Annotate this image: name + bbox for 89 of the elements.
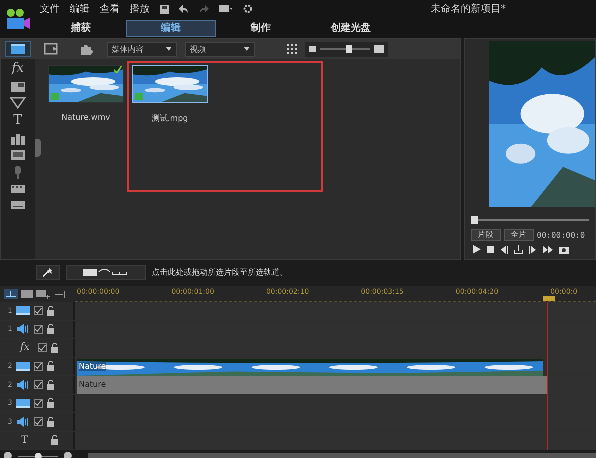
project-title: 未命名的新项目* — [431, 2, 506, 16]
insert-mode-button[interactable] — [66, 264, 146, 280]
library-tool-glyph[interactable]: T — [14, 113, 22, 129]
menu-item[interactable]: 文件 — [40, 2, 60, 16]
track-checkbox[interactable] — [38, 343, 47, 352]
camera-icon[interactable] — [559, 246, 569, 254]
large-thumbnail-icon — [374, 45, 384, 53]
wand-icon — [43, 268, 53, 276]
library-tool-button[interactable] — [5, 41, 31, 57]
caret-icon — [166, 47, 172, 51]
insert-icon — [83, 267, 129, 277]
next-frame-icon[interactable] — [529, 246, 537, 254]
video-track-icon — [16, 306, 30, 316]
video-badge-icon — [51, 93, 59, 100]
save-icon[interactable] — [160, 4, 169, 14]
marker-icon[interactable] — [514, 245, 523, 254]
video-track-icon — [16, 362, 30, 371]
zoom-out-button[interactable] — [4, 452, 12, 458]
track-manager-icon[interactable] — [4, 289, 18, 299]
display-icon[interactable] — [219, 5, 233, 13]
subtitle-icon — [10, 199, 26, 211]
slider-thumb[interactable] — [346, 45, 352, 53]
timecode: 00:00:00:0 — [537, 230, 586, 240]
mode-tab[interactable]: 创建光盘 — [306, 20, 396, 36]
picture-in-picture-icon — [10, 81, 26, 93]
caret-icon — [244, 47, 250, 51]
playhead-handle[interactable] — [543, 296, 556, 301]
bars-icon — [10, 133, 26, 145]
grid-icon[interactable] — [287, 44, 297, 54]
mode-tab[interactable]: 编辑 — [126, 20, 216, 36]
small-thumbnail-icon — [309, 46, 316, 52]
hint-text: 点击此处或拖动所选片段至所选轨道。 — [152, 266, 288, 278]
fast-forward-icon[interactable] — [543, 246, 553, 254]
lock-icon[interactable] — [47, 398, 55, 408]
file-name: Nature.wmv — [62, 113, 110, 122]
filter-dropdown[interactable]: 视频 — [185, 42, 255, 56]
scrub-slider[interactable] — [471, 216, 589, 224]
horizontal-scrollbar[interactable] — [88, 453, 596, 458]
clip-label: Nature — [78, 379, 108, 389]
track-checkbox[interactable] — [34, 417, 43, 426]
slider-thumb[interactable] — [471, 216, 478, 224]
video-badge-icon — [135, 93, 143, 100]
filter-dropdown[interactable]: 媒体内容 — [107, 42, 177, 56]
film-icon — [10, 43, 26, 55]
puzzle-icon — [79, 42, 93, 56]
magic-tool-button[interactable] — [36, 264, 60, 280]
lock-icon[interactable] — [47, 324, 55, 334]
track-checkbox[interactable] — [34, 362, 43, 371]
undo-icon[interactable] — [179, 4, 189, 14]
microphone-icon — [13, 165, 23, 179]
screen-icon — [10, 149, 26, 161]
menu-item[interactable]: 播放 — [130, 2, 150, 16]
camera-logo-icon — [5, 8, 31, 30]
clip-label: Nature — [79, 362, 106, 370]
speaker-icon — [16, 324, 30, 334]
track-checkbox[interactable] — [34, 306, 43, 316]
play-icon[interactable] — [473, 245, 481, 254]
library-tool-glyph[interactable]: fx — [12, 61, 24, 77]
title-track-label: T — [20, 434, 30, 446]
lock-icon[interactable] — [47, 306, 55, 316]
lock-icon[interactable] — [47, 361, 55, 372]
menu-item[interactable]: 编辑 — [70, 2, 90, 16]
slider-thumb[interactable] — [35, 452, 42, 458]
track-checkbox[interactable] — [34, 324, 43, 334]
lock-icon[interactable] — [51, 342, 59, 353]
lock-icon[interactable] — [47, 416, 55, 427]
file-name: 测试.mpg — [152, 113, 188, 124]
speaker-icon — [16, 380, 30, 390]
fit-icon[interactable] — [53, 290, 65, 298]
film-strip-icon — [10, 183, 26, 195]
lock-icon[interactable] — [47, 380, 55, 390]
previous-frame-icon[interactable] — [500, 246, 508, 254]
media-item[interactable]: Nature.wmv — [47, 63, 125, 259]
funnel-icon — [10, 97, 26, 109]
zoom-in-button[interactable] — [64, 452, 72, 458]
mode-tab[interactable]: 制作 — [216, 20, 306, 36]
effect-track-label: fx — [18, 342, 31, 354]
menu-item[interactable]: 查看 — [100, 2, 120, 16]
redo-icon[interactable] — [199, 4, 209, 14]
panel-handle[interactable] — [35, 139, 41, 157]
speaker-icon — [16, 416, 30, 427]
mode-tab[interactable]: 捕获 — [36, 20, 126, 36]
settings-icon[interactable] — [243, 4, 253, 14]
import-icon — [44, 43, 60, 55]
add-track-icon[interactable] — [36, 290, 50, 298]
track-checkbox[interactable] — [34, 398, 43, 408]
video-track-icon — [16, 398, 30, 408]
track-checkbox[interactable] — [34, 380, 43, 390]
lock-icon[interactable] — [51, 435, 59, 446]
